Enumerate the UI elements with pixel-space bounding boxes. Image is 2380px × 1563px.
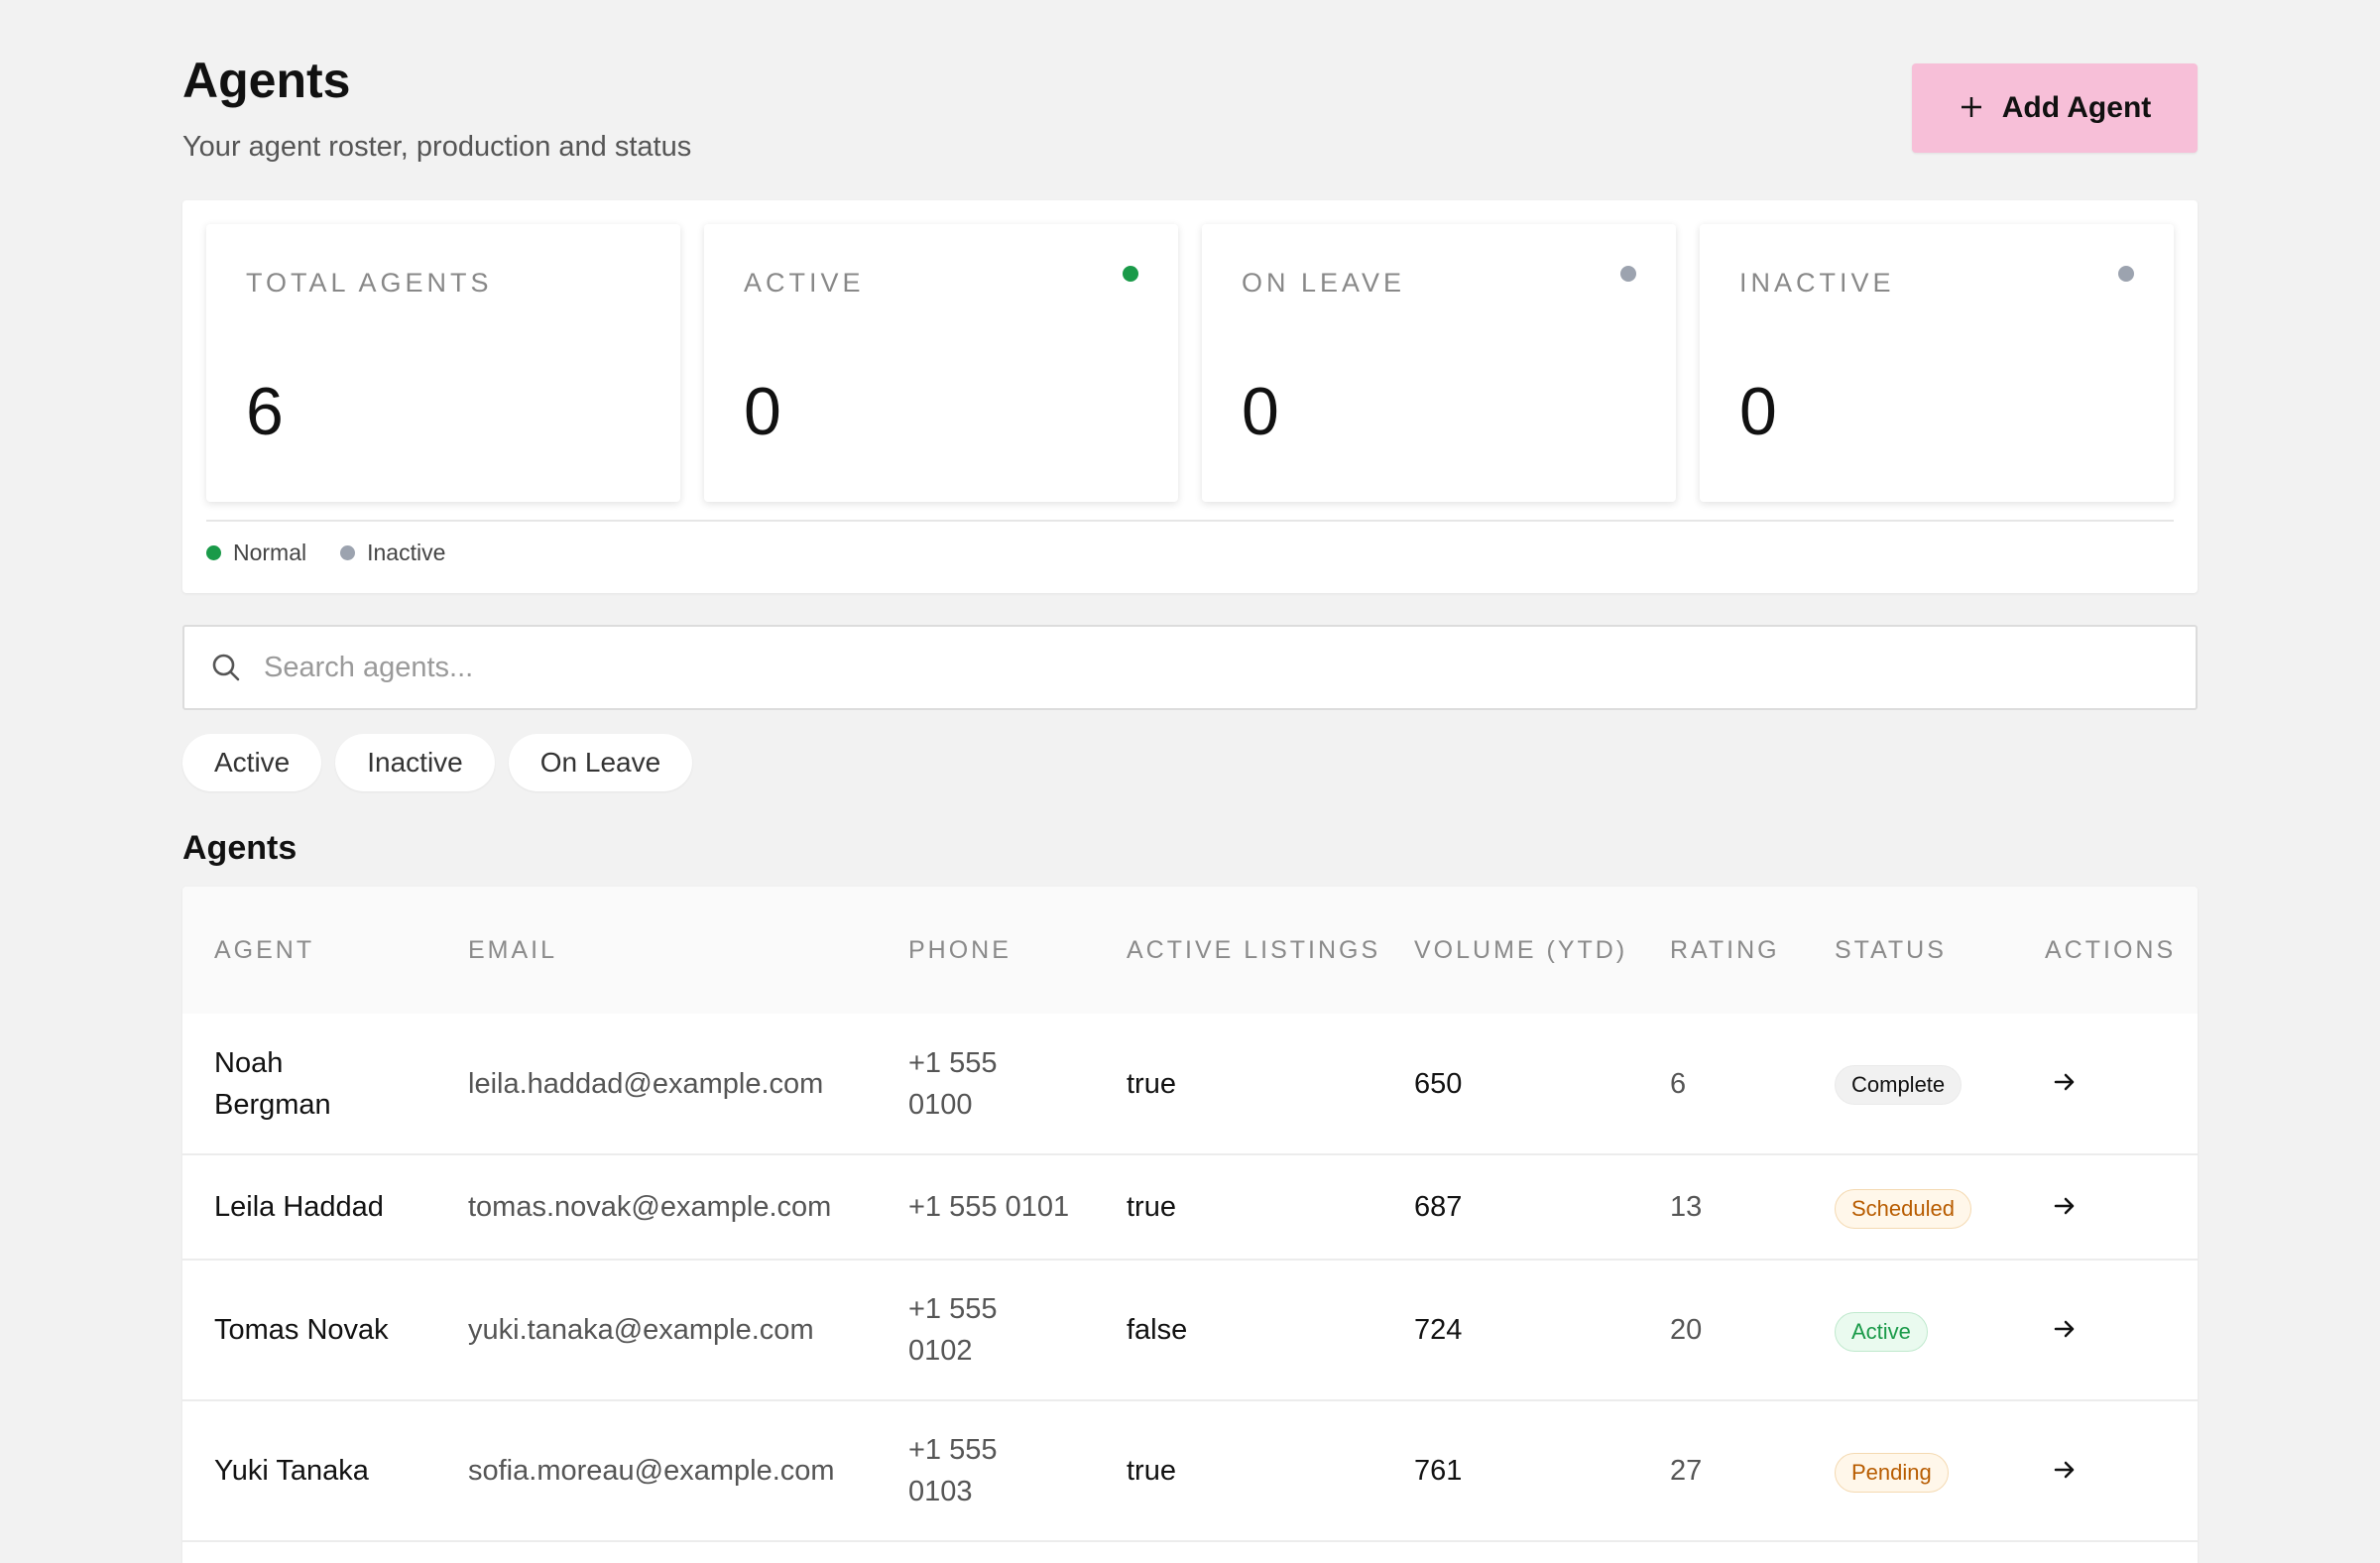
cell-active-listings: true: [1095, 1014, 1382, 1155]
status-dot-icon: [1620, 266, 1636, 282]
row-action-button[interactable]: [2045, 1310, 2084, 1350]
cell-volume: 650: [1382, 1014, 1638, 1155]
cell-active-listings: true: [1095, 1400, 1382, 1542]
legend-dot-icon: [206, 545, 221, 560]
column-header-email[interactable]: EMAIL: [436, 887, 877, 1014]
cell-active-listings: true: [1095, 1154, 1382, 1261]
add-agent-label: Add Agent: [2001, 91, 2152, 124]
cell-email: sofia.moreau@example.com: [436, 1400, 877, 1542]
stat-value: 0: [1242, 374, 1279, 449]
cell-rating: 13: [1638, 1154, 1803, 1261]
cell-status: Pending: [1803, 1400, 2013, 1542]
cell-email: yuki.tanaka@example.com: [436, 1260, 877, 1401]
cell-rating: 6: [1638, 1014, 1803, 1155]
column-header-agent[interactable]: AGENT: [182, 887, 436, 1014]
cell-actions: [2013, 1014, 2198, 1155]
arrow-right-icon: [2052, 1069, 2078, 1098]
stat-label: ACTIVE: [744, 268, 865, 298]
column-header-volume[interactable]: VOLUME (YTD): [1382, 887, 1638, 1014]
divider: [206, 520, 2174, 522]
cell-phone: +1 555 0100: [877, 1014, 1095, 1155]
legend-item-inactive: Inactive: [340, 540, 445, 566]
cell-phone: +1 555 0103: [877, 1400, 1095, 1542]
cell-phone: +1 555 0102: [877, 1260, 1095, 1401]
table-header-row: AGENT EMAIL PHONE ACTIVE LISTINGS VOLUME…: [182, 887, 2198, 1014]
row-action-button[interactable]: [2045, 1064, 2084, 1104]
cell-active-listings: false: [1095, 1260, 1382, 1401]
legend-item-normal: Normal: [206, 540, 306, 566]
legend-label: Inactive: [367, 540, 446, 565]
arrow-right-icon: [2052, 1457, 2078, 1486]
legend-dot-icon: [340, 545, 356, 560]
cell-actions: [2013, 1154, 2198, 1261]
search-icon: [206, 648, 246, 687]
cell-phone: +1 555 0101: [877, 1154, 1095, 1261]
cell-actions: [2013, 1400, 2198, 1542]
cell-agent: Leila Haddad: [182, 1154, 436, 1261]
cell-volume: 724: [1382, 1260, 1638, 1401]
column-header-status[interactable]: STATUS: [1803, 887, 2013, 1014]
row-action-button[interactable]: [2045, 1451, 2084, 1491]
plus-icon: [1959, 89, 1984, 127]
status-badge: Pending: [1835, 1452, 1949, 1493]
status-badge: Complete: [1835, 1065, 1963, 1105]
cell-volume: 761: [1382, 1400, 1638, 1542]
agents-table: AGENT EMAIL PHONE ACTIVE LISTINGS VOLUME…: [182, 887, 2198, 1563]
filter-chip-on-leave[interactable]: On Leave: [508, 734, 693, 791]
cell-status: Complete: [1803, 1014, 2013, 1155]
row-action-button[interactable]: [2045, 1187, 2084, 1227]
cell-status: Scheduled: [1803, 1154, 2013, 1261]
status-dot-icon: [1123, 266, 1138, 282]
stat-card-active: ACTIVE 0: [704, 224, 1178, 502]
stat-label: ON LEAVE: [1242, 268, 1406, 298]
table-row[interactable]: Tomas Novak yuki.tanaka@example.com +1 5…: [182, 1260, 2198, 1401]
section-title: Agents: [182, 829, 298, 867]
stat-card-inactive: INACTIVE 0: [1700, 224, 2174, 502]
page-header: Agents Your agent roster, production and…: [182, 0, 2198, 198]
cell-actions: [2013, 1260, 2198, 1401]
status-badge: Active: [1835, 1311, 1928, 1352]
filter-chips: Active Inactive On Leave: [182, 734, 693, 791]
column-header-actions: ACTIONS: [2045, 936, 2177, 964]
add-agent-button[interactable]: Add Agent: [1912, 63, 2198, 153]
status-dot-icon: [2118, 266, 2134, 282]
stat-card-on-leave: ON LEAVE 0: [1202, 224, 1676, 502]
cell-rating: 27: [1638, 1400, 1803, 1542]
filter-chip-inactive[interactable]: Inactive: [335, 734, 495, 791]
cell-status: Active: [1803, 1260, 2013, 1401]
cell-rating: 20: [1638, 1260, 1803, 1401]
stat-card-total-agents: TOTAL AGENTS 6: [206, 224, 680, 502]
column-header-active-listings[interactable]: ACTIVE LISTINGS: [1095, 887, 1382, 1014]
table-row[interactable]: Noah Bergman leila.haddad@example.com +1…: [182, 1014, 2198, 1155]
column-header-rating[interactable]: RATING: [1638, 887, 1803, 1014]
stat-value: 6: [246, 374, 284, 449]
column-header-phone[interactable]: PHONE: [877, 887, 1095, 1014]
cell-agent: Noah Bergman: [182, 1014, 436, 1155]
stat-value: 0: [744, 374, 781, 449]
page-subtitle: Your agent roster, production and status: [182, 131, 692, 163]
agents-page: Agents Your agent roster, production and…: [182, 0, 2198, 1563]
arrow-right-icon: [2052, 1193, 2078, 1222]
arrow-right-icon: [2052, 1316, 2078, 1345]
cell-email: leila.haddad@example.com: [436, 1014, 877, 1155]
search-input[interactable]: [264, 651, 2196, 684]
stats-panel: TOTAL AGENTS 6 ACTIVE 0 ON LEAVE 0 INACT…: [182, 200, 2198, 593]
legend: Normal Inactive: [206, 540, 445, 566]
table-row[interactable]: Leila Haddad tomas.novak@example.com +1 …: [182, 1154, 2198, 1261]
table-row[interactable]: Yuki Tanaka sofia.moreau@example.com +1 …: [182, 1400, 2198, 1542]
stat-label: INACTIVE: [1739, 268, 1895, 298]
cell-agent: Tomas Novak: [182, 1260, 436, 1401]
cell-volume: 687: [1382, 1154, 1638, 1261]
stat-value: 0: [1739, 374, 1777, 449]
filter-chip-active[interactable]: Active: [182, 734, 322, 791]
stat-label: TOTAL AGENTS: [246, 268, 493, 298]
cell-agent: Yuki Tanaka: [182, 1400, 436, 1542]
cell-email: tomas.novak@example.com: [436, 1154, 877, 1261]
status-badge: Scheduled: [1835, 1188, 1971, 1229]
legend-label: Normal: [233, 540, 307, 565]
search-bar: [182, 625, 2198, 710]
page-title: Agents: [182, 53, 351, 108]
